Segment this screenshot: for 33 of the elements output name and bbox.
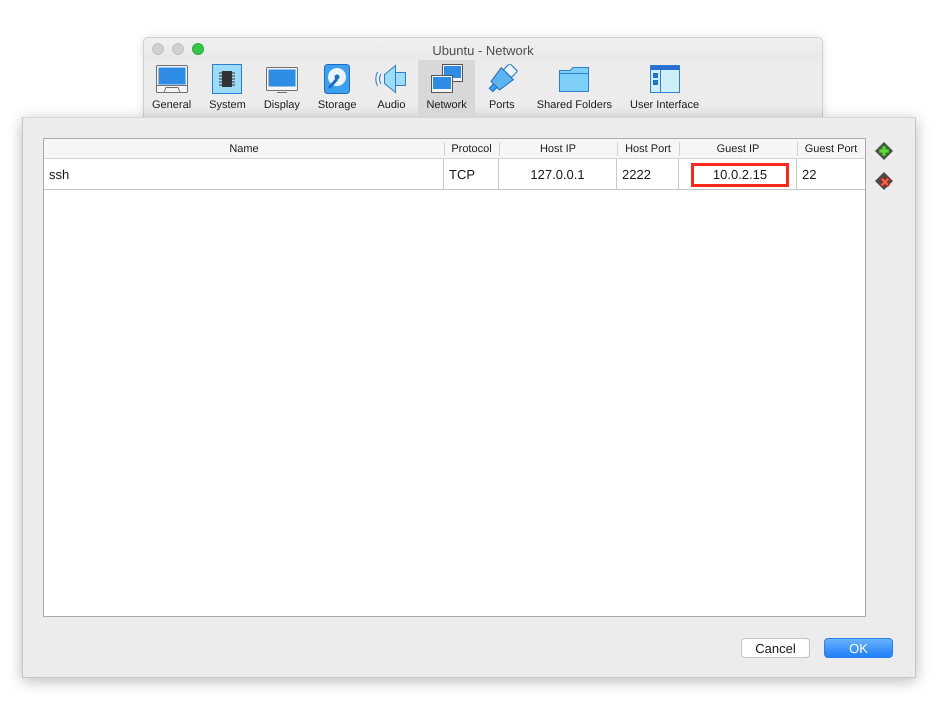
settings-tab[interactable]: User Interface — [622, 60, 708, 117]
table-cell: 22 — [797, 159, 865, 190]
folder-icon — [557, 64, 592, 94]
highlighted-cell: 10.0.2.15 — [691, 162, 789, 186]
monitor-icon — [264, 64, 299, 94]
settings-tab[interactable]: Storage — [310, 60, 364, 117]
settings-tab[interactable]: General — [144, 60, 200, 117]
settings-tab[interactable]: Shared Folders — [528, 60, 620, 117]
chip-icon — [210, 64, 244, 94]
column-header[interactable]: Host IP — [499, 139, 617, 159]
cancel-button[interactable]: Cancel — [741, 638, 810, 658]
column-header[interactable]: Guest Port — [797, 139, 865, 159]
window-title: Ubuntu - Network — [432, 42, 534, 58]
table-cell: TCP — [444, 159, 499, 190]
speaker-icon — [374, 64, 408, 94]
settings-tab[interactable]: Ports — [476, 60, 527, 117]
column-header[interactable]: Protocol — [444, 139, 499, 159]
column-header[interactable]: Guest IP — [679, 139, 797, 159]
cross-icon[interactable] — [875, 172, 893, 190]
table-cell: 2222 — [617, 159, 679, 190]
settings-tab[interactable]: Display — [256, 60, 308, 117]
settings-tab[interactable]: Audio — [366, 60, 416, 117]
monitor-icon — [154, 64, 189, 94]
monitors-icon — [430, 64, 464, 94]
settings-tab[interactable]: System — [201, 60, 254, 117]
column-header[interactable]: Host Port — [617, 139, 679, 159]
column-header[interactable]: Name — [44, 139, 444, 159]
table-cell: 127.0.0.1 — [499, 159, 617, 190]
settings-tab[interactable]: Network — [418, 60, 475, 117]
table-cell: ssh — [44, 159, 444, 190]
plus-icon[interactable] — [875, 142, 893, 160]
zoom-button[interactable] — [192, 43, 204, 55]
window-layout-icon — [648, 64, 682, 94]
